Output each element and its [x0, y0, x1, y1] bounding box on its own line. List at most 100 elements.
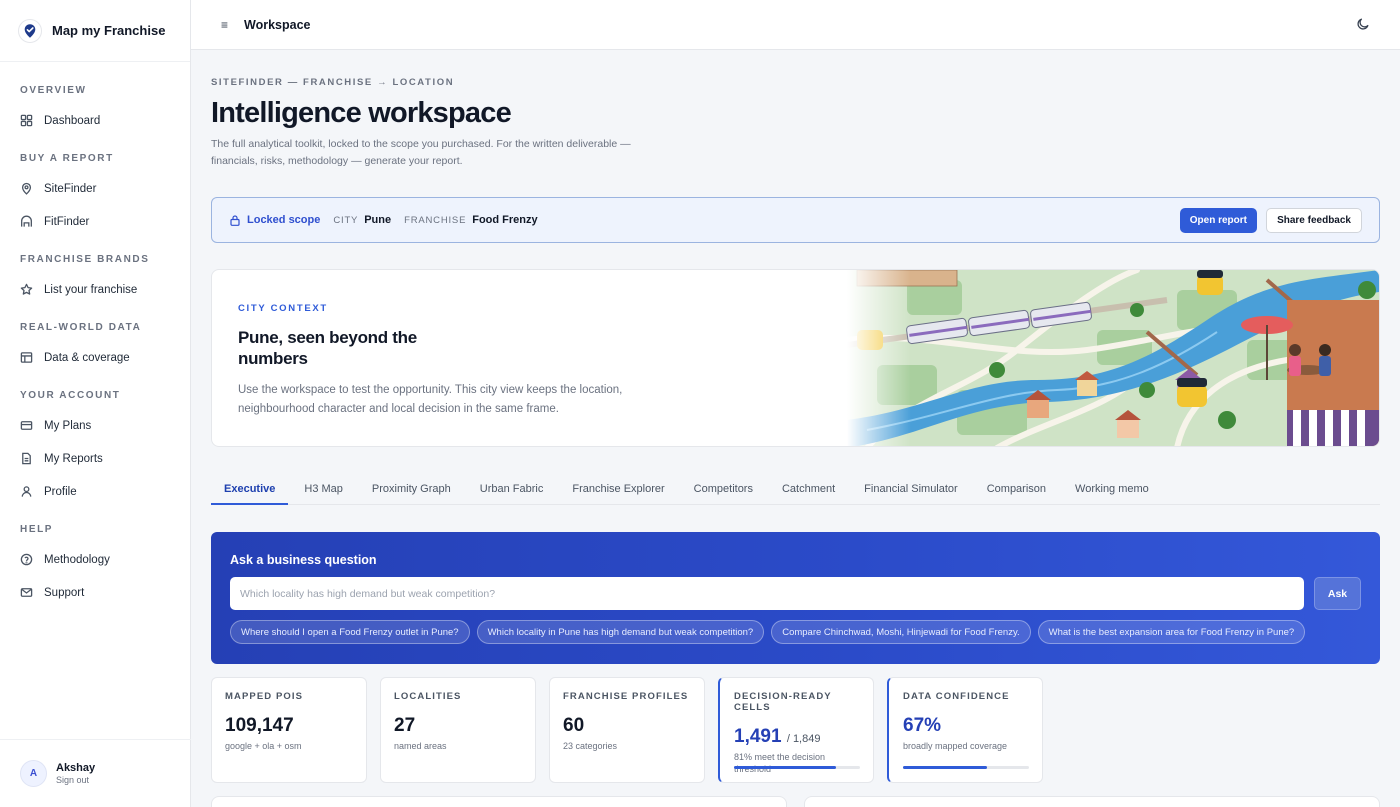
- ask-button[interactable]: Ask: [1314, 577, 1361, 610]
- progress-bar-fill: [903, 766, 988, 769]
- sidebar-item-my-reports[interactable]: My Reports: [0, 442, 190, 475]
- stat-subtext: broadly mapped coverage: [903, 741, 1008, 751]
- page-title: Intelligence workspace: [211, 97, 512, 129]
- sidebar-item-label: Methodology: [44, 553, 110, 566]
- brand-logo-icon: [18, 18, 42, 43]
- tab-financial-simulator[interactable]: Financial Simulator: [851, 473, 971, 504]
- main-content: SITEFINDER — FRANCHISE → LOCATION Intell…: [211, 50, 1380, 783]
- user-account[interactable]: A Akshay Sign out: [0, 739, 191, 807]
- tab-catchment[interactable]: Catchment: [769, 473, 848, 504]
- stat-card-localities: LOCALITIES 27 named areas: [380, 677, 536, 783]
- dashboard-icon: [20, 114, 33, 127]
- tab-h3-map[interactable]: H3 Map: [291, 473, 356, 504]
- help-circle-icon: [20, 553, 33, 566]
- nav-section-franchise-brands: FRANCHISE BRANDS: [20, 254, 150, 265]
- page-eyebrow: SITEFINDER — FRANCHISE → LOCATION: [211, 77, 455, 88]
- tab-urban-fabric[interactable]: Urban Fabric: [467, 473, 557, 504]
- ask-question-panel: Ask a business question Ask Where should…: [211, 532, 1380, 664]
- table-icon: [20, 352, 33, 363]
- stat-label: FRANCHISE PROFILES: [563, 691, 689, 702]
- suggestion-chips: Where should I open a Food Frenzy outlet…: [230, 620, 1312, 644]
- nav-section-overview: OVERVIEW: [20, 85, 87, 96]
- stat-value: 109,147: [225, 715, 294, 736]
- nav-section-buy-a-report: BUY A REPORT: [20, 153, 114, 164]
- tab-competitors[interactable]: Competitors: [681, 473, 766, 504]
- progress-bar-fill: [734, 766, 837, 769]
- sidebar-item-sitefinder[interactable]: SiteFinder: [0, 172, 190, 205]
- city-context-description: Use the workspace to test the opportunit…: [238, 384, 623, 415]
- stat-label: DECISION-READY CELLS: [734, 691, 832, 713]
- sign-out-link[interactable]: Sign out: [56, 775, 95, 785]
- star-icon: [20, 283, 33, 295]
- stat-subtext: 23 categories: [563, 741, 618, 751]
- brand[interactable]: Map my Franchise: [0, 0, 190, 62]
- stat-label: MAPPED POIS: [225, 691, 304, 702]
- tab-executive[interactable]: Executive: [211, 473, 289, 505]
- sidebar-item-label: Profile: [44, 485, 77, 498]
- sidebar-item-list-your-franchise[interactable]: List your franchise: [0, 273, 190, 306]
- sidebar-item-label: Data & coverage: [44, 351, 130, 364]
- stat-card-franchise-profiles: FRANCHISE PROFILES 60 23 categories: [549, 677, 705, 783]
- city-context-eyebrow: CITY CONTEXT: [238, 303, 328, 314]
- stat-card-data-confidence: DATA CONFIDENCE 67% broadly mapped cover…: [887, 677, 1043, 783]
- stats-row: MAPPED POIS 109,147 google + ola + osm L…: [211, 677, 1380, 783]
- progress-bar: [903, 766, 1029, 769]
- suggestion-chip[interactable]: Where should I open a Food Frenzy outlet…: [230, 620, 470, 644]
- tab-proximity-graph[interactable]: Proximity Graph: [359, 473, 464, 504]
- suggestion-chip[interactable]: What is the best expansion area for Food…: [1037, 620, 1306, 644]
- brand-title: Map my Franchise: [52, 23, 166, 38]
- scope-city-value: Pune: [364, 214, 392, 226]
- lock-icon: [230, 214, 240, 226]
- moon-icon[interactable]: [1356, 17, 1370, 31]
- suggestion-chip[interactable]: Compare Chinchwad, Moshi, Hinjewadi for …: [771, 620, 1031, 644]
- stat-label: DATA CONFIDENCE: [903, 691, 1010, 702]
- locked-scope-bar: Locked scope CITY Pune FRANCHISE Food Fr…: [211, 197, 1380, 243]
- nav-section-help: HELP: [20, 524, 54, 535]
- avatar: A: [20, 760, 47, 787]
- topbar: ≡ Workspace: [191, 0, 1400, 50]
- scope-franchise-value: Food Frenzy: [472, 214, 538, 226]
- tab-working-memo[interactable]: Working memo: [1062, 473, 1162, 504]
- stat-subtext: google + ola + osm: [225, 741, 302, 751]
- stat-value: 67%: [903, 715, 942, 736]
- stat-value: 27: [394, 715, 416, 736]
- city-context-title: Pune, seen beyond the numbers: [238, 328, 417, 368]
- stat-label: LOCALITIES: [394, 691, 462, 702]
- nav-section-real-world-data: REAL-WORLD DATA: [20, 322, 142, 333]
- sidebar-item-dashboard[interactable]: Dashboard: [0, 104, 190, 137]
- sidebar-item-data-coverage[interactable]: Data & coverage: [0, 341, 190, 374]
- document-icon: [22, 452, 31, 465]
- credit-card-icon: [20, 421, 33, 430]
- question-input[interactable]: [230, 577, 1304, 610]
- city-context-card: CITY CONTEXT Pune, seen beyond the numbe…: [211, 269, 1380, 447]
- sidebar-item-profile[interactable]: Profile: [0, 475, 190, 508]
- scope-city-key: CITY: [333, 214, 359, 226]
- stat-value: 1,491 / 1,849: [734, 726, 860, 748]
- stat-value: 60: [563, 715, 585, 736]
- topbar-title: Workspace: [244, 17, 311, 32]
- suggestion-chip[interactable]: Which locality in Pune has high demand b…: [476, 620, 765, 644]
- tab-franchise-explorer[interactable]: Franchise Explorer: [559, 473, 677, 504]
- sidebar: Map my Franchise OVERVIEW Dashboard BUY …: [0, 0, 191, 807]
- menu-toggle-button[interactable]: ≡: [221, 18, 228, 32]
- nav-section-your-account: YOUR ACCOUNT: [20, 390, 121, 401]
- sidebar-item-support[interactable]: Support: [0, 576, 190, 609]
- map-pin-icon: [21, 182, 32, 195]
- sidebar-item-label: Dashboard: [44, 114, 101, 127]
- sidebar-item-fitfinder[interactable]: FitFinder: [0, 205, 190, 238]
- share-feedback-button[interactable]: Share feedback: [1266, 208, 1362, 233]
- lower-card-left: [211, 796, 787, 807]
- sidebar-item-my-plans[interactable]: My Plans: [0, 409, 190, 442]
- tab-comparison[interactable]: Comparison: [974, 473, 1059, 504]
- open-report-button[interactable]: Open report: [1179, 208, 1257, 233]
- sidebar-item-label: SiteFinder: [44, 182, 97, 195]
- user-name: Akshay: [56, 762, 96, 774]
- stat-subtext: named areas: [394, 741, 447, 751]
- city-illustration: [847, 270, 1379, 446]
- sidebar-item-methodology[interactable]: Methodology: [0, 543, 190, 576]
- sidebar-item-label: My Reports: [44, 452, 103, 465]
- lower-card-right: [804, 796, 1380, 807]
- sidebar-item-label: List your franchise: [44, 283, 138, 296]
- sidebar-item-label: My Plans: [44, 419, 92, 432]
- locked-scope-label: Locked scope: [247, 214, 321, 226]
